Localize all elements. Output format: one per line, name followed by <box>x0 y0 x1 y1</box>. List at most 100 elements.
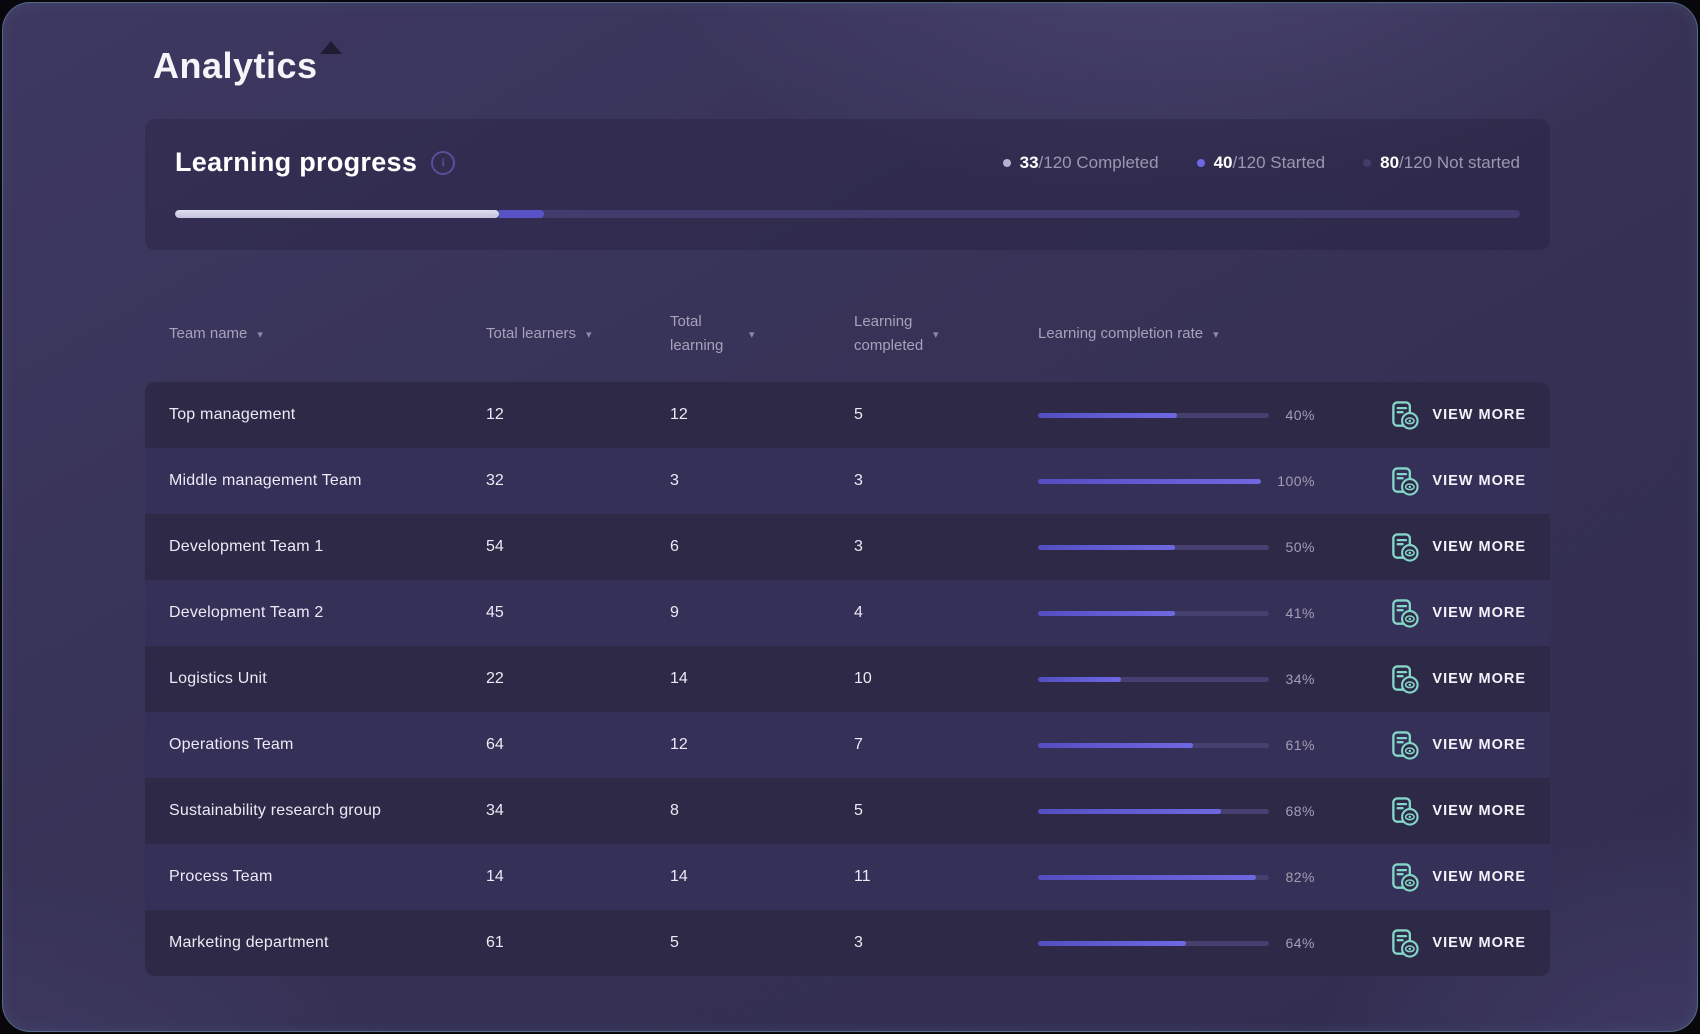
completion-rate-bar <box>1038 941 1269 946</box>
learning-completed-cell: 11 <box>854 868 1038 886</box>
completion-rate-bar <box>1038 809 1269 814</box>
total-learning-cell: 5 <box>670 934 854 952</box>
sort-caret-icon: ▾ <box>749 328 755 341</box>
learning-progress-title: Learning progress <box>175 147 417 178</box>
learning-completed-cell: 10 <box>854 670 1038 688</box>
view-more-button[interactable]: VIEW MORE <box>1341 730 1526 761</box>
total-learners-cell: 34 <box>486 802 670 820</box>
view-more-button[interactable]: VIEW MORE <box>1341 532 1526 563</box>
team-name-cell: Top management <box>169 406 486 424</box>
learning-completed-cell: 5 <box>854 802 1038 820</box>
completion-rate-bar <box>1038 479 1261 484</box>
learning-completed-cell: 3 <box>854 472 1038 490</box>
completion-rate-fill <box>1038 413 1177 418</box>
total-learning-cell: 9 <box>670 604 854 622</box>
page-title: Analytics <box>145 45 318 87</box>
view-more-label: VIEW MORE <box>1432 407 1526 423</box>
learning-progress-card: Learning progress i 33/120 Completed 40/… <box>145 119 1550 250</box>
completion-rate-fill <box>1038 677 1121 682</box>
team-name-cell: Marketing department <box>169 934 486 952</box>
view-more-label: VIEW MORE <box>1432 737 1526 753</box>
total-learners-cell: 12 <box>486 406 670 424</box>
completion-rate-bar <box>1038 677 1269 682</box>
column-header-label: Team name <box>169 322 247 346</box>
completion-rate-cell: 34% <box>1038 671 1341 687</box>
stat-suffix: /120 Started <box>1232 153 1325 173</box>
table-header-row: Team name ▾ Total learners ▾ Total learn… <box>145 298 1550 382</box>
total-learners-cell: 14 <box>486 868 670 886</box>
team-name-cell: Logistics Unit <box>169 670 486 688</box>
document-eye-icon <box>1389 598 1420 629</box>
completion-rate-value: 50% <box>1269 539 1315 555</box>
overall-progress-bar <box>175 210 1520 218</box>
column-header-2[interactable]: Total learning ▾ <box>670 310 854 358</box>
total-learning-cell: 12 <box>670 736 854 754</box>
view-more-button[interactable]: VIEW MORE <box>1341 796 1526 827</box>
column-header-1[interactable]: Total learners ▾ <box>486 322 670 346</box>
column-header-label: Learning completed <box>854 310 923 358</box>
completion-rate-value: 41% <box>1269 605 1315 621</box>
view-more-button[interactable]: VIEW MORE <box>1341 466 1526 497</box>
caret-up-icon <box>320 41 342 54</box>
completion-rate-fill <box>1038 611 1175 616</box>
completion-rate-cell: 61% <box>1038 737 1341 753</box>
completion-rate-cell: 41% <box>1038 605 1341 621</box>
completion-rate-value: 100% <box>1261 473 1315 489</box>
team-name-cell: Development Team 1 <box>169 538 486 556</box>
completion-rate-bar <box>1038 743 1269 748</box>
total-learning-cell: 14 <box>670 868 854 886</box>
progress-stat: 80/120 Not started <box>1363 153 1520 173</box>
column-header-label: Learning completion rate <box>1038 322 1203 346</box>
learning-completed-cell: 4 <box>854 604 1038 622</box>
completion-rate-bar <box>1038 875 1269 880</box>
stat-dot-icon <box>1197 159 1205 167</box>
table-row: Marketing department 61 5 3 64% VIEW MOR… <box>145 910 1550 976</box>
table-row: Process Team 14 14 11 82% VIEW MORE <box>145 844 1550 910</box>
view-more-label: VIEW MORE <box>1432 605 1526 621</box>
completion-rate-value: 61% <box>1269 737 1315 753</box>
learning-completed-cell: 3 <box>854 934 1038 952</box>
table-row: Sustainability research group 34 8 5 68%… <box>145 778 1550 844</box>
stat-suffix: /120 Completed <box>1039 153 1159 173</box>
column-header-3[interactable]: Learning completed ▾ <box>854 310 1038 358</box>
total-learners-cell: 22 <box>486 670 670 688</box>
total-learners-cell: 64 <box>486 736 670 754</box>
document-eye-icon <box>1389 664 1420 695</box>
completion-rate-cell: 64% <box>1038 935 1341 951</box>
table-row: Middle management Team 32 3 3 100% VIEW … <box>145 448 1550 514</box>
info-icon[interactable]: i <box>431 151 455 175</box>
progress-stats: 33/120 Completed 40/120 Started 80/120 N… <box>1003 153 1520 173</box>
view-more-button[interactable]: VIEW MORE <box>1341 400 1526 431</box>
total-learners-cell: 61 <box>486 934 670 952</box>
column-header-label: Total learning <box>670 310 739 358</box>
completion-rate-fill <box>1038 941 1186 946</box>
view-more-button[interactable]: VIEW MORE <box>1341 598 1526 629</box>
total-learning-cell: 6 <box>670 538 854 556</box>
column-header-4[interactable]: Learning completion rate ▾ <box>1038 322 1341 346</box>
view-more-button[interactable]: VIEW MORE <box>1341 928 1526 959</box>
table-row: Development Team 2 45 9 4 41% VIEW MORE <box>145 580 1550 646</box>
completion-rate-value: 34% <box>1269 671 1315 687</box>
team-name-cell: Process Team <box>169 868 486 886</box>
completion-rate-value: 82% <box>1269 869 1315 885</box>
stat-dot-icon <box>1363 159 1371 167</box>
document-eye-icon <box>1389 730 1420 761</box>
document-eye-icon <box>1389 928 1420 959</box>
table-row: Top management 12 12 5 40% VIEW MORE <box>145 382 1550 448</box>
column-header-0[interactable]: Team name ▾ <box>169 322 486 346</box>
view-more-button[interactable]: VIEW MORE <box>1341 862 1526 893</box>
table-row: Operations Team 64 12 7 61% VIEW MORE <box>145 712 1550 778</box>
completion-rate-bar <box>1038 545 1269 550</box>
view-more-label: VIEW MORE <box>1432 869 1526 885</box>
stat-value: 40 <box>1214 153 1233 173</box>
view-more-label: VIEW MORE <box>1432 539 1526 555</box>
document-eye-icon <box>1389 532 1420 563</box>
column-header-label: Total learners <box>486 322 576 346</box>
total-learning-cell: 8 <box>670 802 854 820</box>
view-more-button[interactable]: VIEW MORE <box>1341 664 1526 695</box>
page-content: Analytics Learning progress i 33/120 Com… <box>145 3 1550 976</box>
learning-completed-cell: 3 <box>854 538 1038 556</box>
total-learning-cell: 12 <box>670 406 854 424</box>
total-learners-cell: 45 <box>486 604 670 622</box>
completion-rate-value: 64% <box>1269 935 1315 951</box>
